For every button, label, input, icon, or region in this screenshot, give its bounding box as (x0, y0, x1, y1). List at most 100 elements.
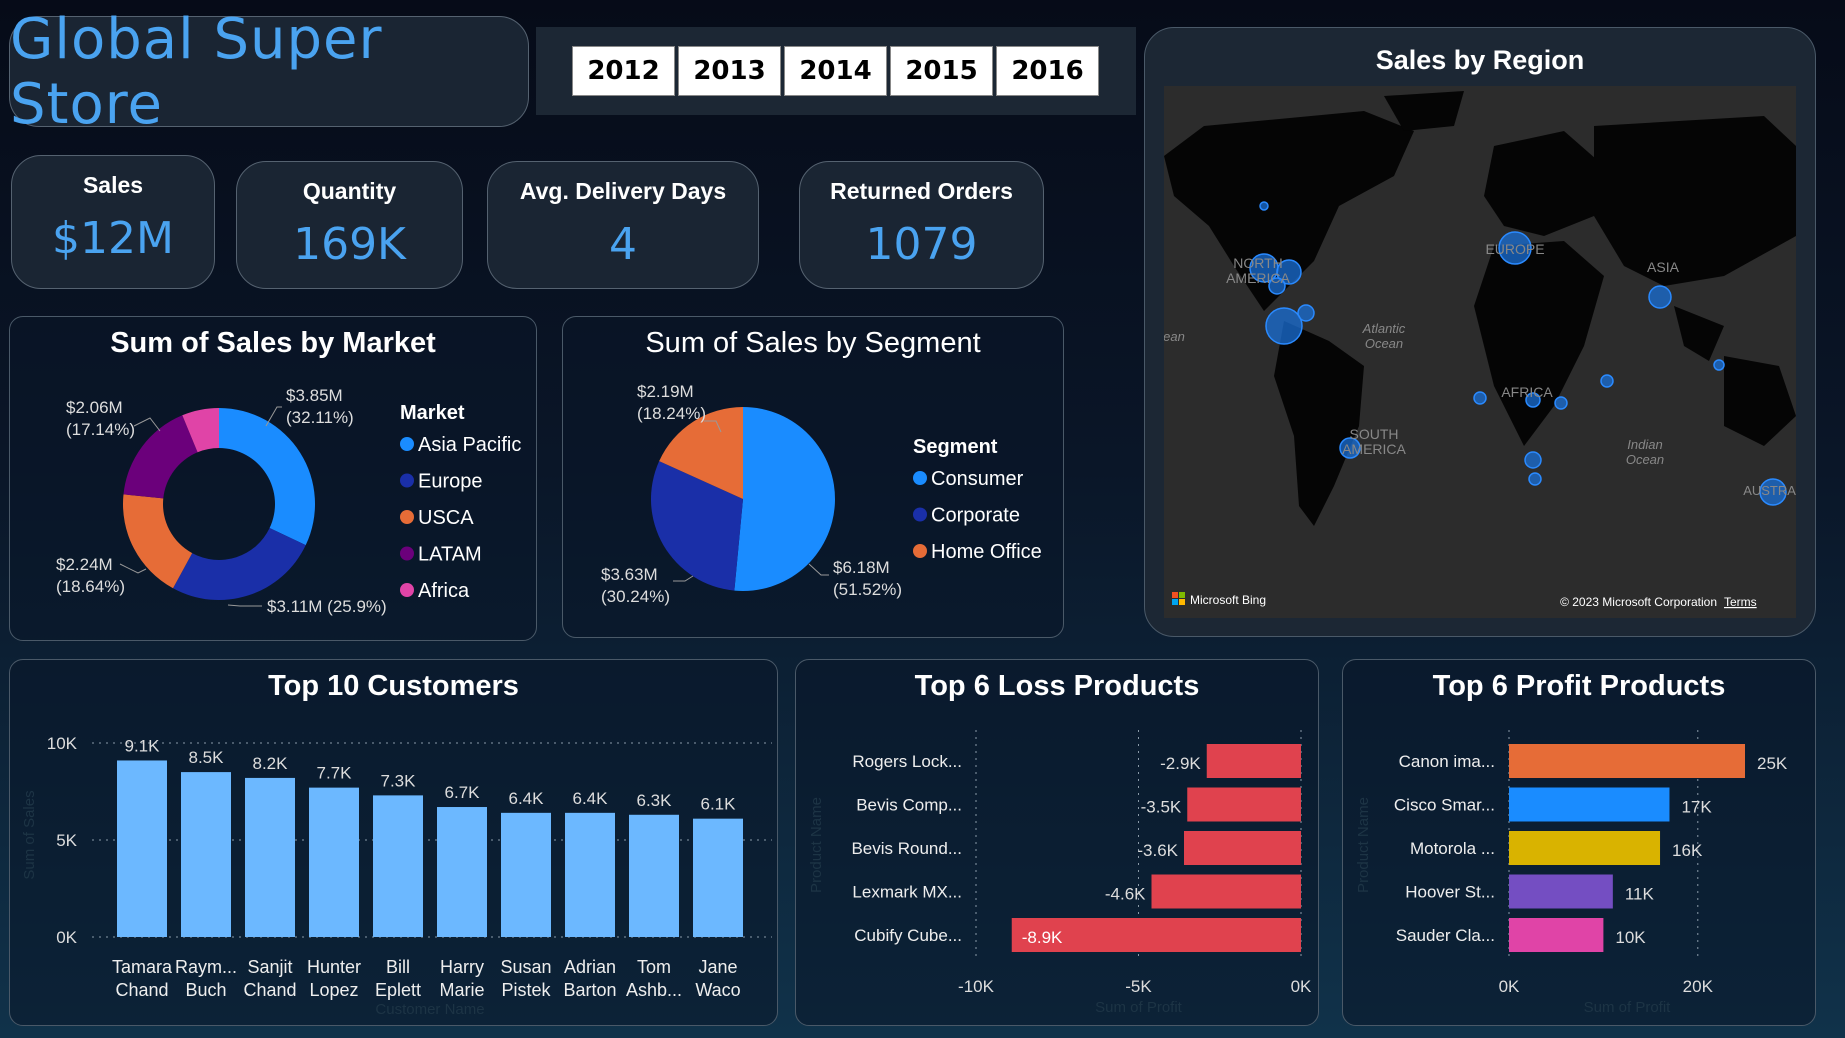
legend-item: Europe (418, 471, 483, 493)
x-axis-title: Sum of Profit (1584, 999, 1672, 1016)
profit-chart-panel: Top 6 Profit Products 0K 20K Canon ima... 2… (1342, 659, 1816, 1026)
legend-item: Consumer (931, 468, 1024, 490)
x-tick-label: Chand (115, 980, 168, 1000)
dashboard-title-box: Global Super Store (9, 7, 529, 137)
bar-value-label: 8.2K (253, 754, 289, 773)
customers-chart-panel: Top 10 Customers 0K 5K 10K 9.1K Tamara Chand 8… (9, 659, 778, 1026)
map-canvas[interactable]: NORTHAMERICAEUROPEASIAAtlanticOceanAFRIC… (1164, 86, 1796, 618)
leader-line (673, 575, 694, 582)
loss-bar-chart: -10K -5K 0K Rogers Lock... -2.9K Bevis Comp..… (808, 730, 1312, 1016)
y-axis-title: Sum of Sales (21, 790, 38, 879)
map-label: Indian (1627, 437, 1662, 452)
region-bubble (1259, 201, 1269, 211)
x-tick-label: Buch (185, 980, 226, 1000)
profit-bar-chart: 0K 20K Canon ima... 25K Cisco Smar... 17K Moto… (1355, 730, 1788, 1016)
x-tick-label: Jane (698, 957, 737, 977)
y-axis-title: Product Name (1355, 797, 1372, 893)
legend-title: Market (400, 402, 465, 424)
bar-value-label: 17K (1681, 798, 1712, 817)
bar (437, 807, 487, 937)
y-tick-label: 0K (56, 928, 77, 947)
y-tick-label: Cubify Cube... (854, 926, 962, 945)
land-shape-3 (1474, 241, 1604, 446)
region-bubble (1600, 374, 1614, 388)
bar (117, 760, 167, 937)
dashboard-title: Global Super Store (10, 6, 383, 137)
kpi-label: Avg. Delivery Days (519, 178, 727, 204)
map-label: Ocean (1365, 336, 1403, 351)
bar (629, 814, 679, 937)
copyright-label: © 2023 Microsoft Corporation (1560, 595, 1717, 609)
year-button-2015[interactable]: 2015 (890, 46, 993, 96)
x-tick-label: Chand (243, 980, 296, 1000)
x-tick-label: -5K (1125, 977, 1152, 996)
map-label: AMERICA (1226, 270, 1290, 286)
map-title: Sales by Region (1375, 45, 1585, 75)
bing-label: Microsoft Bing (1190, 593, 1266, 607)
region-bubble (1648, 285, 1672, 309)
kpi-card-delivery: Avg. Delivery Days 4 (487, 161, 759, 289)
legend-marker (913, 471, 927, 485)
data-label: (18.64%) (56, 577, 125, 596)
year-button-2013[interactable]: 2013 (678, 46, 781, 96)
y-tick-label: Cisco Smar... (1394, 796, 1495, 815)
kpi-value: $12M (52, 213, 174, 264)
kpi-card-sales: Sales $12M (11, 155, 215, 289)
bing-logo-icon (1179, 599, 1185, 605)
leader-line (227, 604, 262, 607)
bar (1509, 744, 1745, 778)
y-tick-label: Motorola ... (1410, 839, 1495, 858)
bar (693, 818, 743, 937)
loss-chart-panel: Top 6 Loss Products -10K -5K 0K Rogers Lock… (795, 659, 1319, 1026)
customers-bar-chart: 0K 5K 10K 9.1K Tamara Chand 8.5K Raym... Buch 8.2… (21, 734, 772, 1018)
bar-value-label: -3.5K (1141, 798, 1182, 817)
map-label: ean (1164, 329, 1185, 344)
data-label: (17.14%) (66, 420, 135, 439)
bar (1509, 874, 1613, 909)
terms-link: Terms (1724, 595, 1757, 609)
bar (1509, 831, 1661, 865)
map-label: NORTH (1233, 255, 1283, 271)
market-chart-panel: Sum of Sales by Market $3.85M (32.11%) $3.… (9, 316, 537, 641)
bar (1151, 874, 1301, 909)
year-button-2014[interactable]: 2014 (784, 46, 887, 96)
legend-marker (400, 510, 414, 524)
x-tick-label: Hunter (307, 957, 361, 977)
legend-item: Corporate (931, 505, 1020, 527)
kpi-value: 4 (609, 219, 637, 270)
map-label: AFRICA (1501, 384, 1553, 400)
bar-value-label: -8.9K (1022, 928, 1063, 947)
x-tick-label: Pistek (501, 980, 551, 1000)
bar (245, 777, 295, 937)
leader-line (808, 563, 829, 576)
bar-value-label: 16K (1672, 841, 1703, 860)
y-tick-label: 5K (56, 831, 77, 850)
region-bubble (1554, 396, 1568, 410)
bar (1184, 831, 1301, 865)
region-bubble (1524, 451, 1542, 469)
map-label: AUSTRALI (1743, 483, 1796, 498)
legend-item: Asia Pacific (418, 434, 521, 456)
legend-item: Home Office (931, 541, 1042, 563)
x-tick-label: Lopez (309, 980, 358, 1000)
map-label: ASIA (1647, 259, 1680, 275)
region-bubble (1473, 391, 1487, 405)
data-label: $2.06M (66, 398, 123, 417)
kpi-value: 169K (293, 219, 406, 270)
bar-value-label: 9.1K (125, 736, 161, 755)
bar-value-label: 7.3K (381, 771, 417, 790)
data-label: (51.52%) (833, 580, 902, 599)
world-map[interactable]: NORTH AMERICA EUROPE ASIA Atlantic Ocean AFRIC… (1164, 86, 1796, 618)
data-label: $3.11M (25.9%) (267, 597, 387, 616)
x-tick-label: 0K (1499, 977, 1520, 996)
year-button-2016[interactable]: 2016 (996, 46, 1099, 96)
bar (1509, 787, 1670, 822)
leader-line (133, 417, 161, 432)
legend-item: LATAM (418, 544, 482, 566)
map-label: Atlantic (1362, 321, 1406, 336)
x-tick-label: Marie (439, 980, 484, 1000)
y-axis-title: Product Name (808, 797, 825, 893)
bar (309, 787, 359, 937)
land-shape-2 (1484, 131, 1604, 236)
year-button-2012[interactable]: 2012 (572, 46, 675, 96)
